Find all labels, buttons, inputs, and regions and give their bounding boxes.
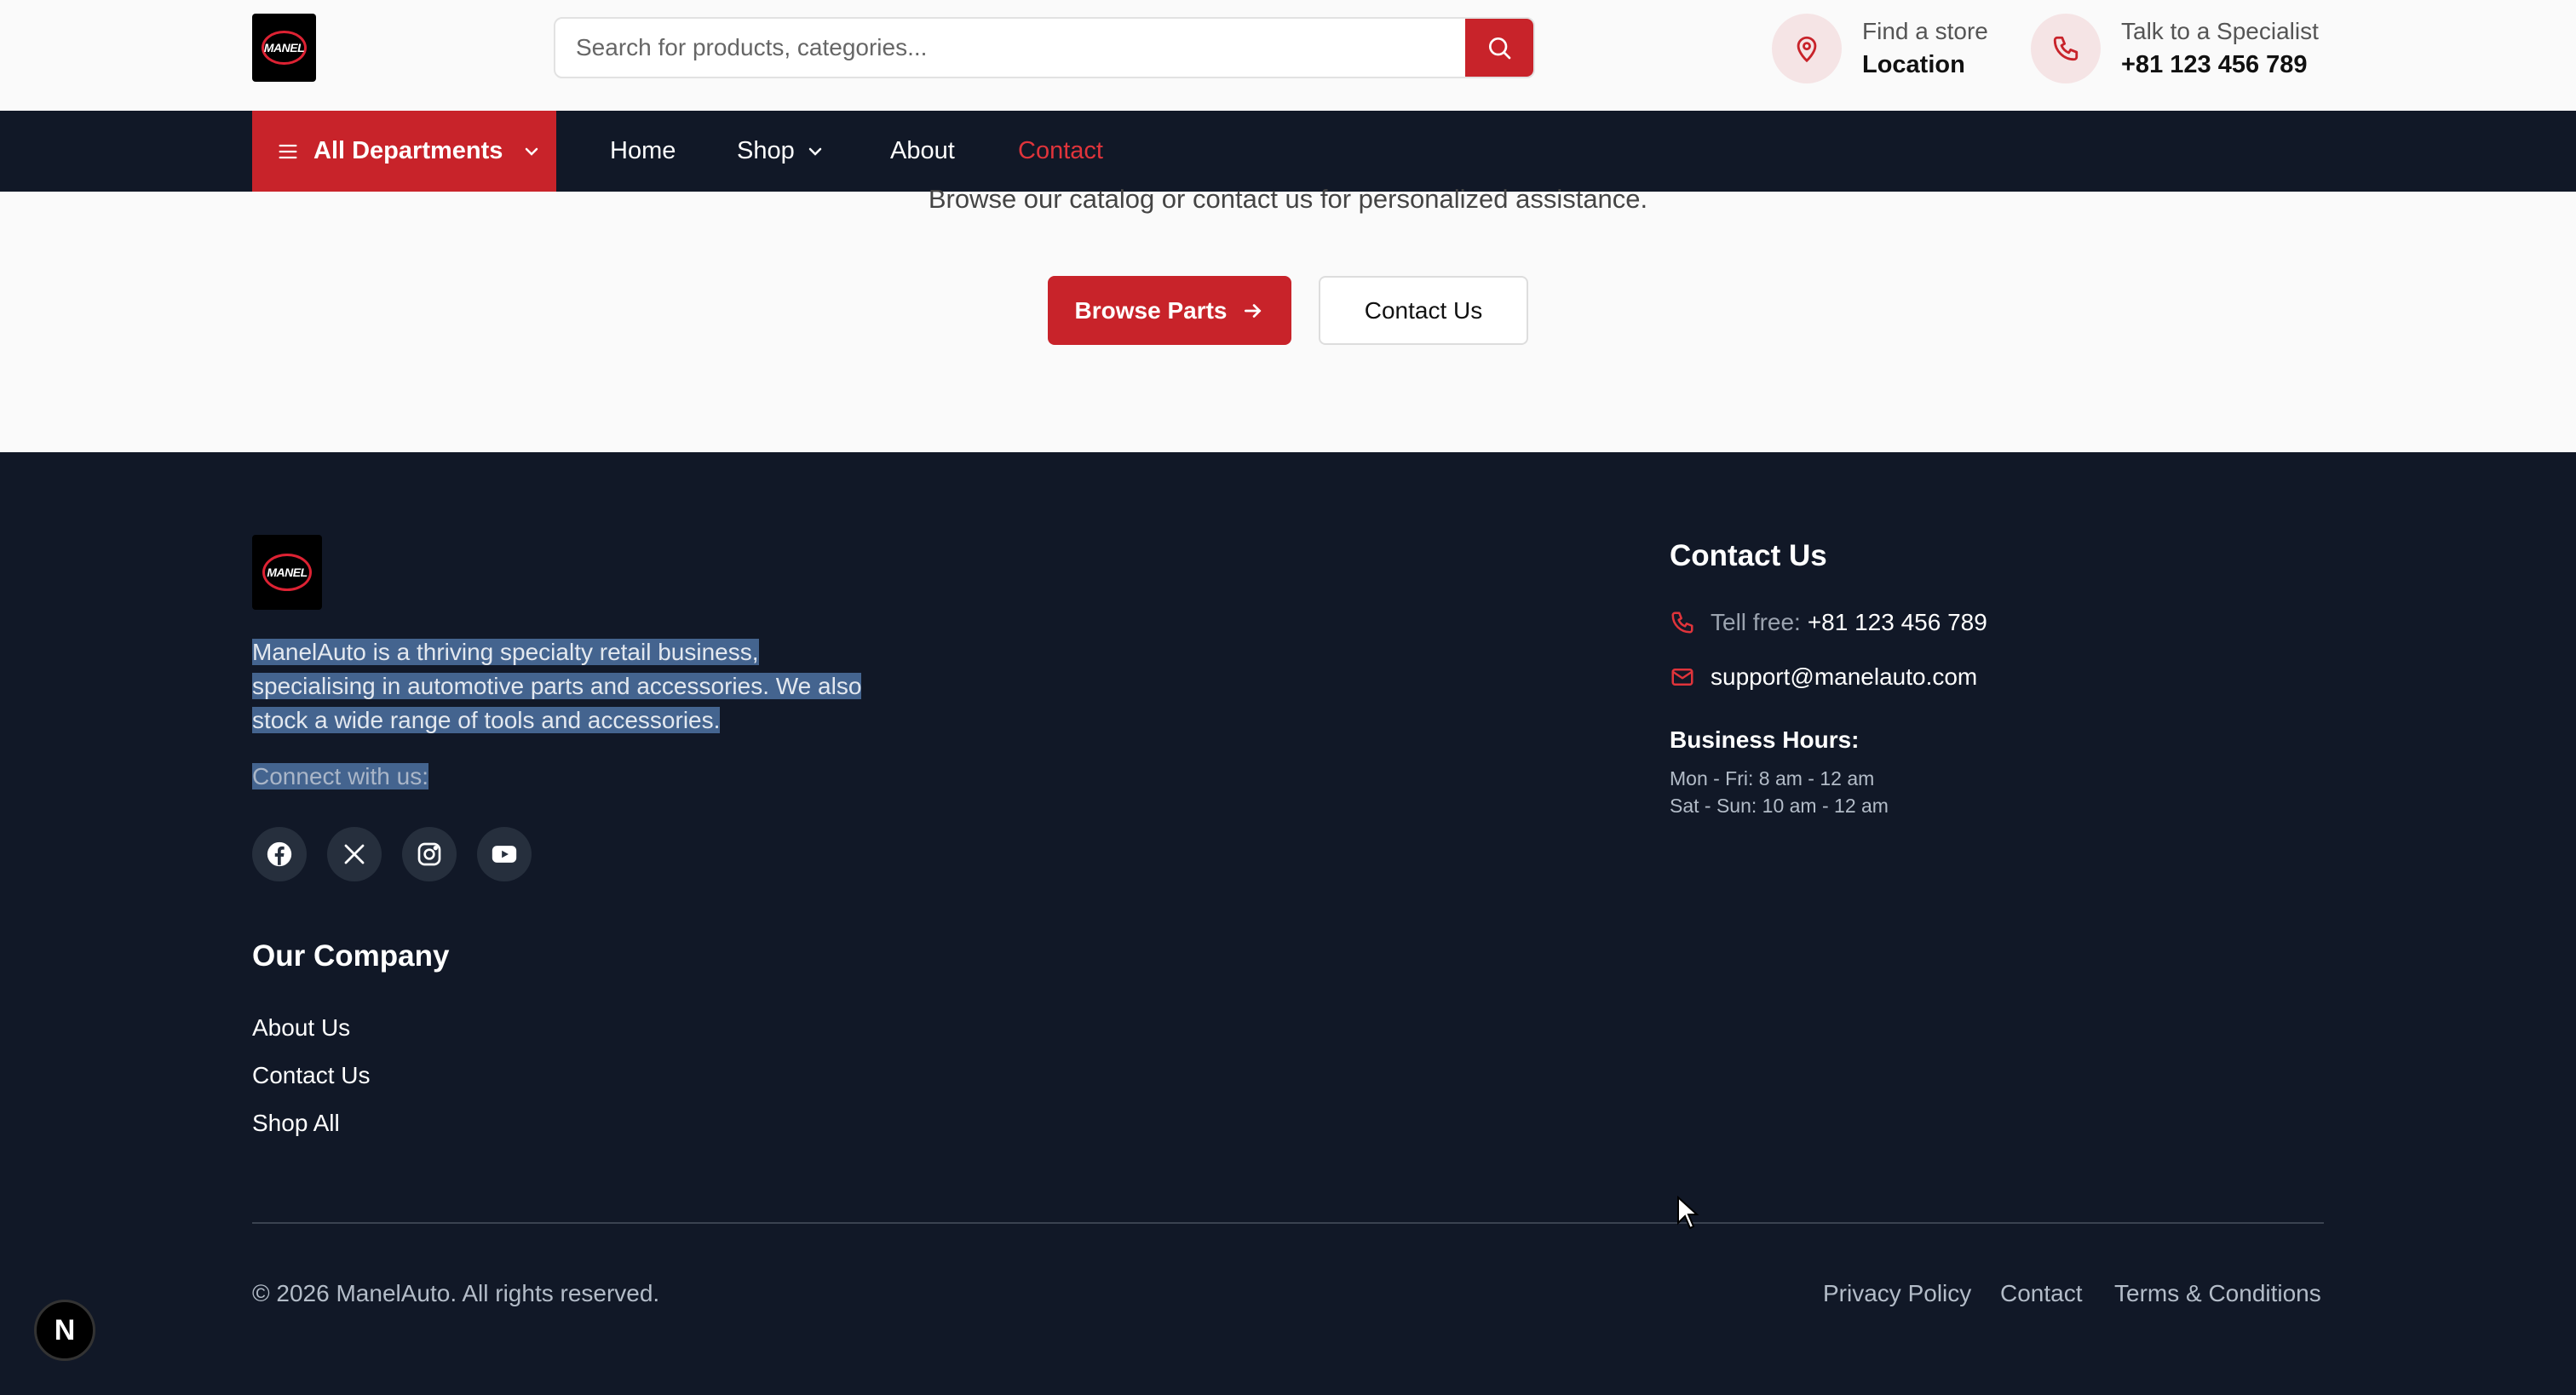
- chevron-down-icon: [808, 147, 821, 156]
- site-footer: MANEL ManelAuto is a thriving specialty …: [0, 452, 2576, 1395]
- hours-weekday: Mon - Fri: 8 am - 12 am: [1670, 767, 1875, 789]
- phone-icon: [1671, 611, 1693, 634]
- footer-logo-text: MANEL: [267, 565, 308, 579]
- nav-contact-label: Contact: [1018, 137, 1103, 164]
- arrow-right-icon: [1245, 303, 1262, 318]
- connect-text: Connect with us:: [252, 763, 428, 789]
- footer-link-contact[interactable]: Contact Us: [252, 1062, 371, 1089]
- instagram-icon: [417, 842, 441, 866]
- store-label: Find a store: [1862, 18, 1988, 44]
- nav-home-label: Home: [610, 137, 676, 164]
- talk-specialist[interactable]: Talk to a Specialist +81 123 456 789: [2031, 14, 2319, 83]
- specialist-phone: +81 123 456 789: [2121, 51, 2308, 78]
- footer-about: ManelAuto is a thriving specialty retail…: [252, 635, 934, 738]
- search-button[interactable]: [1465, 19, 1533, 77]
- legal-terms[interactable]: Terms & Conditions: [2114, 1280, 2321, 1307]
- youtube-icon: [492, 846, 517, 863]
- footer-logo[interactable]: MANEL: [252, 535, 322, 610]
- footer-logo-emblem: MANEL: [262, 554, 312, 591]
- x-link[interactable]: [327, 827, 382, 881]
- hours-weekend: Sat - Sun: 10 am - 12 am: [1670, 795, 1889, 817]
- facebook-icon: [267, 841, 292, 867]
- find-store[interactable]: Find a store Location: [1772, 14, 1988, 83]
- mail-icon: [1671, 669, 1693, 686]
- connect-label: Connect with us:: [252, 763, 428, 790]
- email-value: support@manelauto.com: [1711, 663, 1978, 690]
- dev-tools-badge[interactable]: N: [34, 1300, 95, 1361]
- site-logo[interactable]: MANEL: [252, 14, 316, 82]
- map-pin-icon: [1797, 36, 1817, 63]
- phone-value: +81 123 456 789: [1807, 609, 1987, 635]
- logo-emblem: MANEL: [262, 31, 307, 65]
- main-navbar: All Departments Home Shop About Contact: [0, 111, 2576, 192]
- phone-icon: [2053, 36, 2079, 61]
- contact-us-button[interactable]: Contact Us: [1319, 276, 1528, 345]
- facebook-link[interactable]: [252, 827, 307, 881]
- store-icon-wrap: [1772, 14, 1842, 83]
- nav-shop-label: Shop: [737, 137, 795, 164]
- instagram-link[interactable]: [402, 827, 457, 881]
- search-bar: [554, 17, 1535, 78]
- logo-text: MANEL: [263, 41, 305, 55]
- footer-email[interactable]: support@manelauto.com: [1670, 663, 1977, 691]
- x-icon: [344, 844, 365, 864]
- contact-heading: Contact Us: [1670, 539, 1827, 572]
- about-line-3: stock a wide range of tools and accessor…: [252, 707, 721, 733]
- nav-about-label: About: [890, 137, 955, 164]
- copyright: © 2026 ManelAuto. All rights reserved.: [252, 1280, 660, 1306]
- footer-link-shop[interactable]: Shop All: [252, 1110, 340, 1137]
- nav-about[interactable]: About: [890, 111, 955, 192]
- company-heading: Our Company: [252, 939, 450, 973]
- search-input[interactable]: [555, 19, 1469, 77]
- browse-parts-button[interactable]: Browse Parts: [1048, 276, 1291, 345]
- store-value: Location: [1862, 51, 1965, 78]
- legal-contact[interactable]: Contact: [2000, 1280, 2083, 1307]
- browse-parts-label: Browse Parts: [1074, 296, 1228, 324]
- departments-label: All Departments: [313, 137, 503, 164]
- specialist-label: Talk to a Specialist: [2121, 18, 2319, 44]
- menu-icon: [279, 144, 297, 158]
- chevron-down-icon: [526, 147, 538, 156]
- about-line-1: ManelAuto is a thriving specialty retail…: [252, 639, 759, 665]
- specialist-text: Talk to a Specialist +81 123 456 789: [2121, 15, 2319, 82]
- hours-title: Business Hours:: [1670, 726, 1860, 753]
- youtube-link[interactable]: [477, 827, 532, 881]
- footer-divider: [252, 1222, 2324, 1224]
- nav-contact[interactable]: Contact: [1018, 111, 1103, 192]
- footer-link-about[interactable]: About Us: [252, 1014, 350, 1042]
- hero-subtitle: Browse our catalog or contact us for per…: [928, 184, 1648, 214]
- nav-home[interactable]: Home: [610, 111, 676, 192]
- legal-privacy[interactable]: Privacy Policy: [1823, 1280, 1971, 1307]
- about-line-2: specialising in automotive parts and acc…: [252, 673, 862, 699]
- nav-shop[interactable]: Shop: [737, 111, 825, 192]
- contact-us-label: Contact Us: [1364, 296, 1483, 324]
- top-header: MANEL Find a store Location Talk to a Sp…: [0, 0, 2576, 111]
- footer-phone[interactable]: Tell free: +81 123 456 789: [1670, 609, 1987, 636]
- search-icon: [1489, 37, 1511, 60]
- phone-icon-wrap: [2031, 14, 2101, 83]
- all-departments-button[interactable]: All Departments: [252, 111, 556, 192]
- phone-label: Tell free:: [1711, 609, 1801, 635]
- store-text: Find a store Location: [1862, 15, 1988, 82]
- mouse-cursor-icon: [1677, 1196, 1699, 1230]
